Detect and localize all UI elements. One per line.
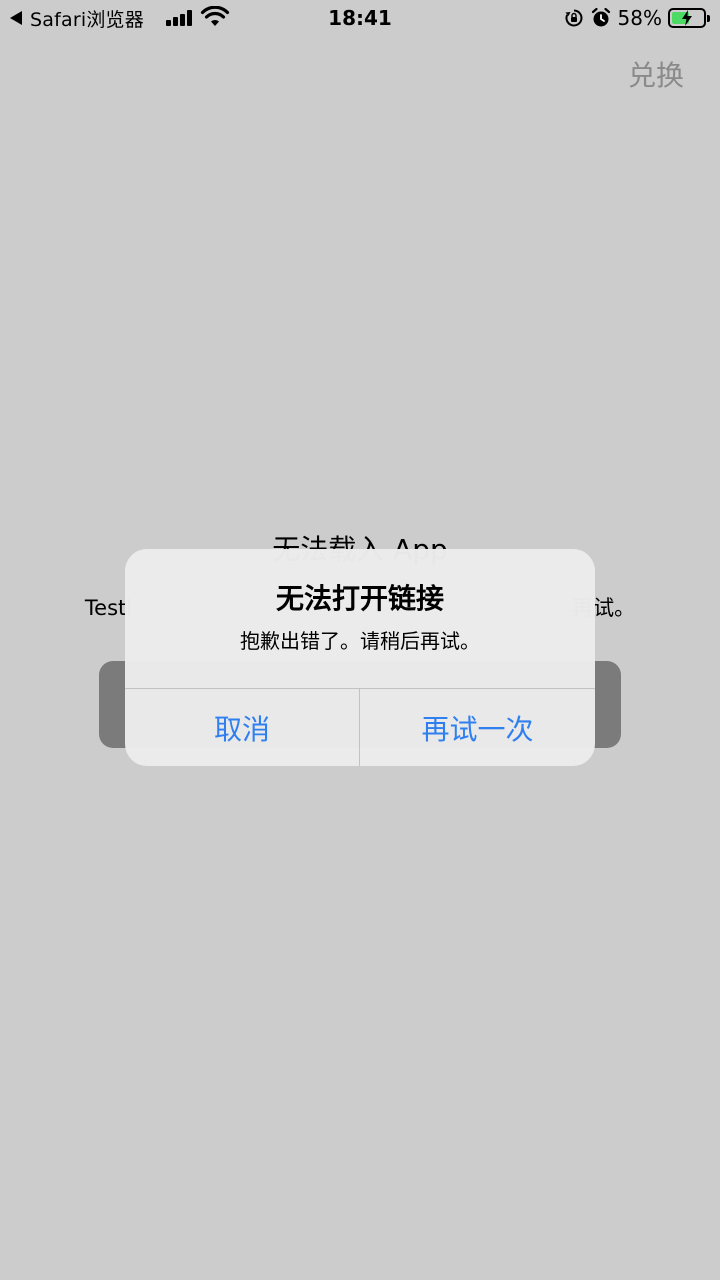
- alarm-icon: [591, 7, 610, 27]
- retry-button[interactable]: 再试一次: [360, 689, 595, 766]
- charging-bolt-icon: [682, 10, 692, 26]
- alert-title: 无法打开链接: [275, 582, 444, 615]
- battery-percent: 58%: [617, 6, 662, 30]
- battery-icon: [668, 8, 710, 28]
- cancel-button[interactable]: 取消: [125, 689, 359, 766]
- alert-dialog: 无法打开链接 抱歉出错了。请稍后再试。 取消 再试一次: [125, 549, 595, 766]
- rotation-lock-icon: [565, 9, 583, 27]
- alert-message: 抱歉出错了。请稍后再试。: [240, 629, 480, 653]
- redeem-button[interactable]: 兑换: [628, 54, 684, 94]
- status-bar: Safari浏览器 18:41 58%: [0, 0, 720, 40]
- screen: Safari浏览器 18:41 58% 兑换 Testl 再试。 无法打开链接 …: [0, 0, 720, 1280]
- status-right-group: 58%: [564, 6, 710, 30]
